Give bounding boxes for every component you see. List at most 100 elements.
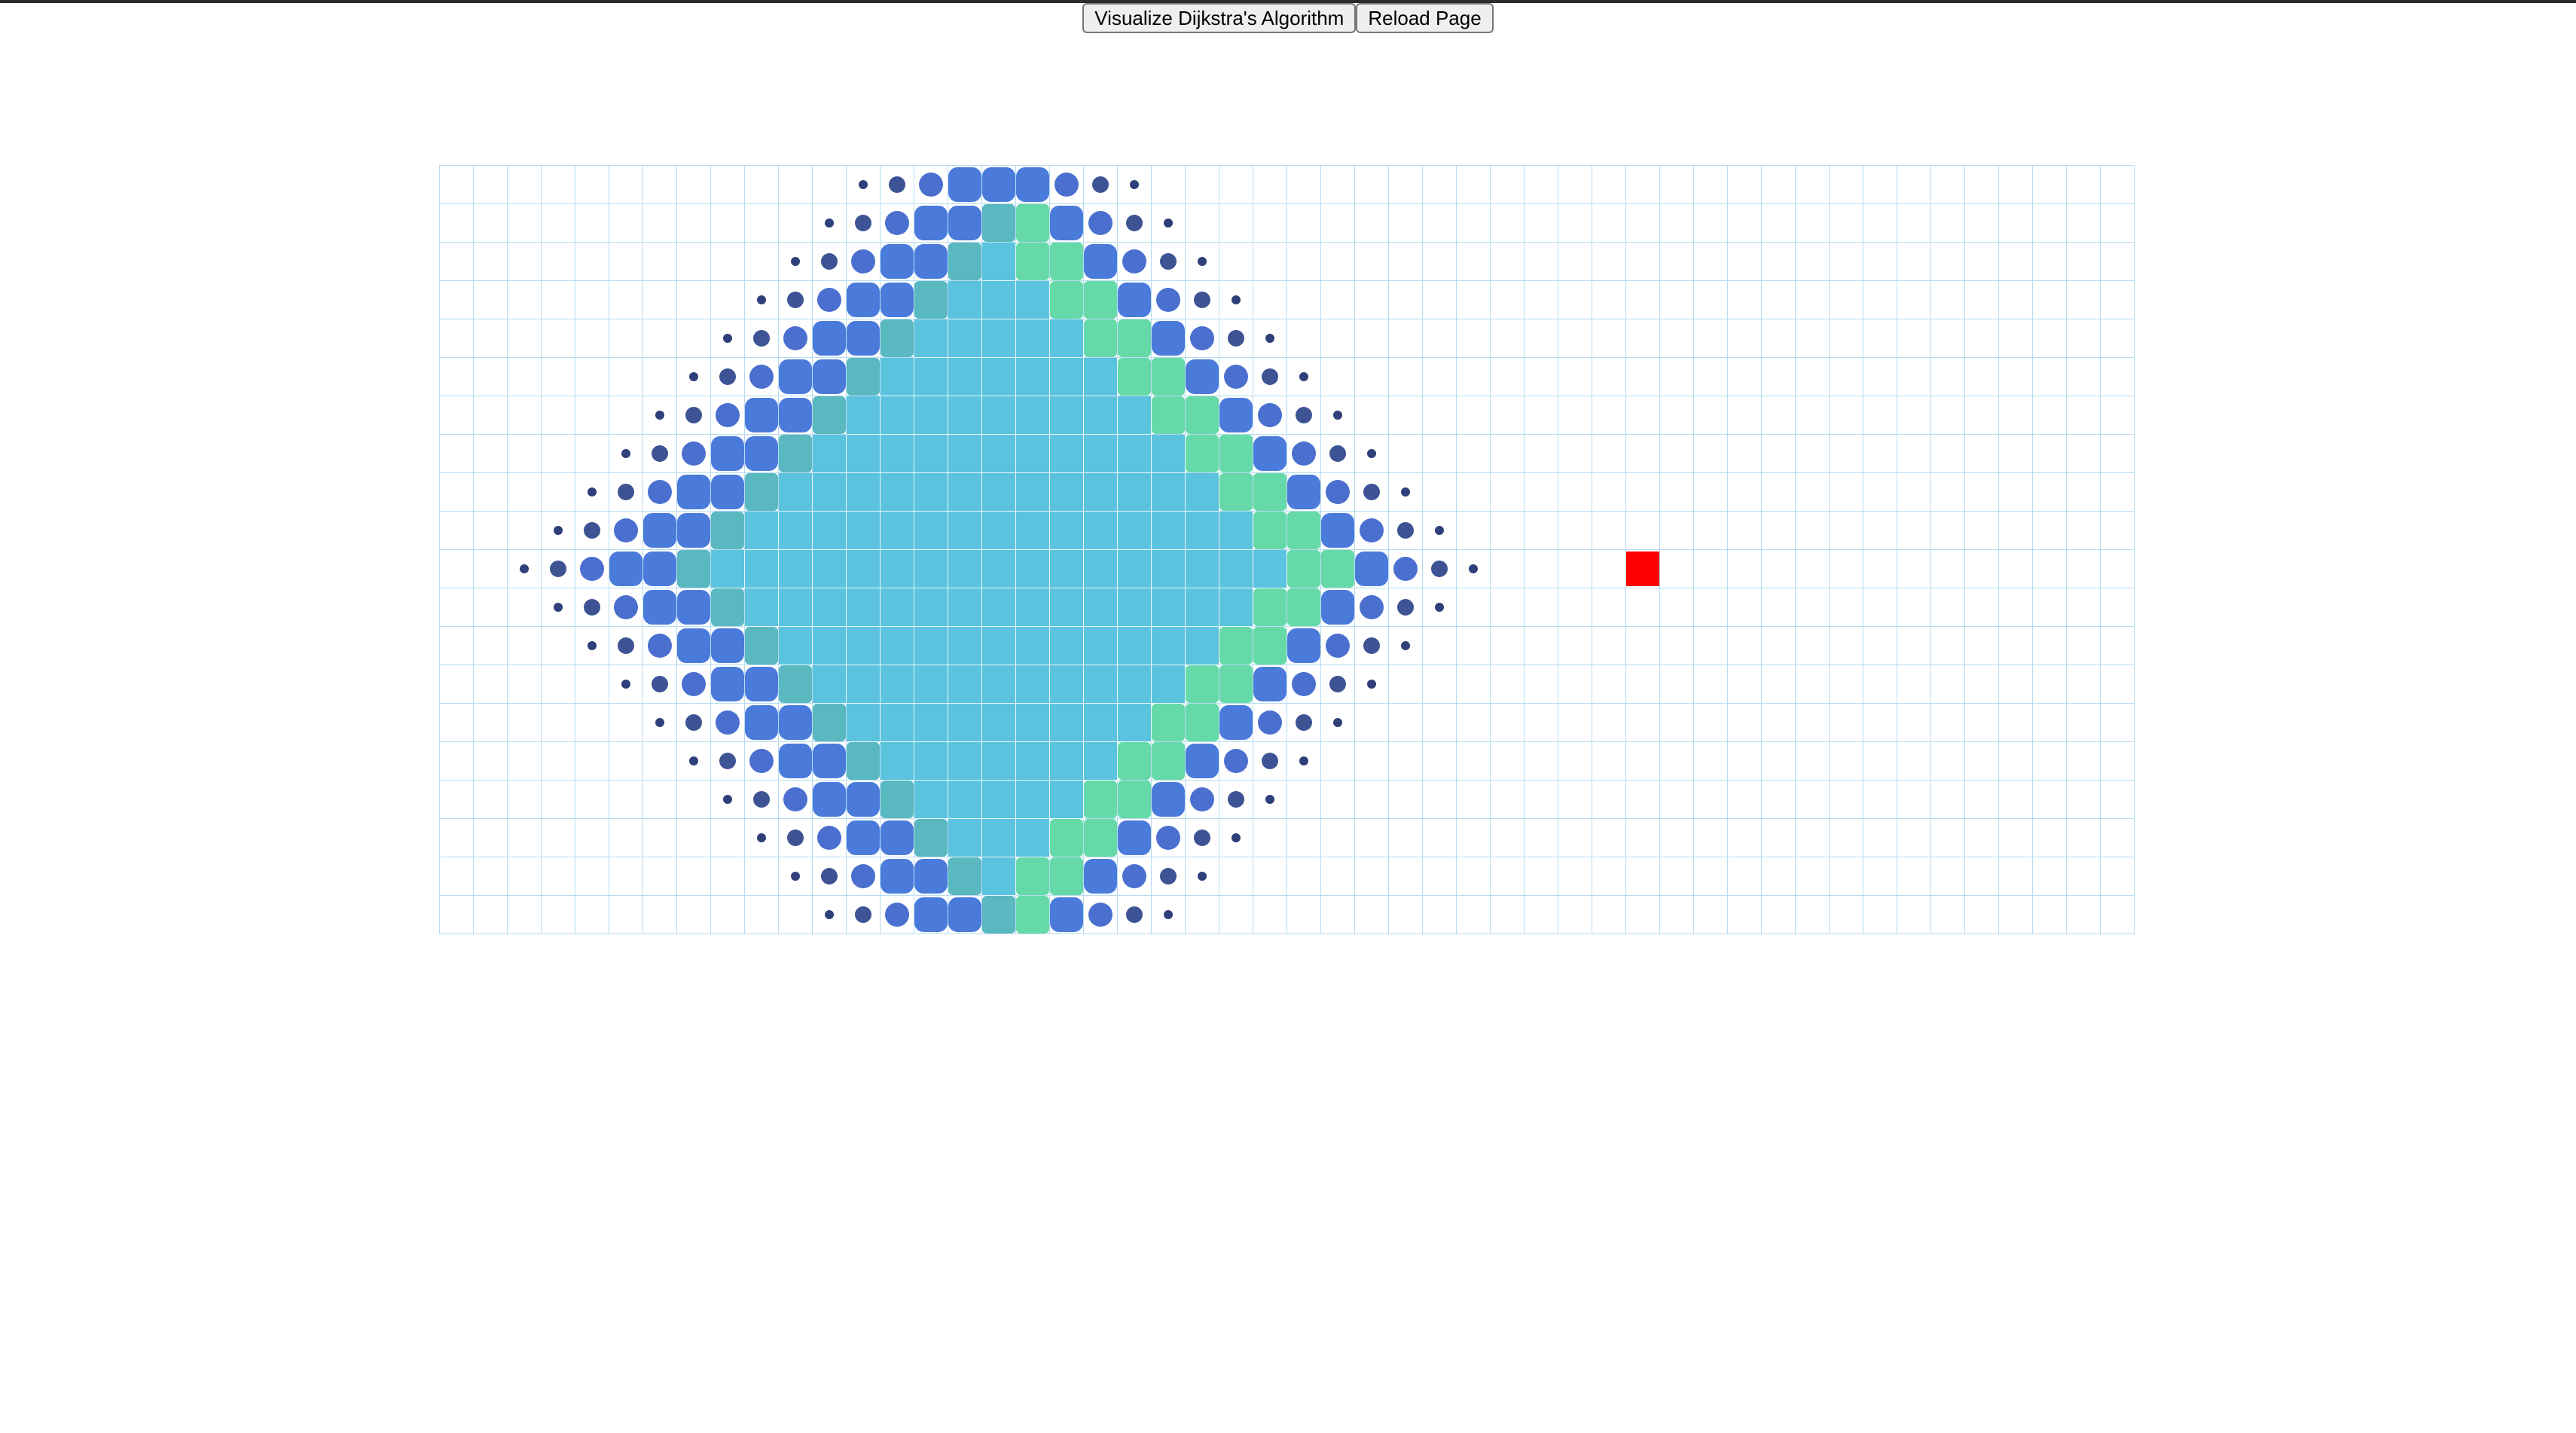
grid-node[interactable]	[745, 166, 779, 204]
grid-node[interactable]	[982, 358, 1016, 396]
grid-node[interactable]	[711, 588, 745, 627]
grid-node[interactable]	[1118, 358, 1152, 396]
grid-node[interactable]	[1863, 281, 1897, 319]
grid-node[interactable]	[1660, 396, 1694, 435]
grid-node[interactable]	[1796, 358, 1830, 396]
grid-node[interactable]	[2101, 473, 2135, 512]
grid-node[interactable]	[1491, 281, 1525, 319]
grid-node[interactable]	[1321, 358, 1355, 396]
grid-node[interactable]	[1796, 781, 1830, 819]
grid-node[interactable]	[813, 896, 847, 934]
grid-node[interactable]	[1525, 319, 1558, 358]
grid-node[interactable]	[1321, 627, 1355, 665]
grid-node[interactable]	[1287, 819, 1321, 857]
grid-node[interactable]	[440, 704, 474, 742]
grid-node[interactable]	[1219, 742, 1253, 781]
grid-node[interactable]	[2033, 512, 2067, 550]
grid-node[interactable]	[542, 857, 575, 896]
grid-node[interactable]	[1016, 319, 1050, 358]
grid-node[interactable]	[609, 396, 643, 435]
grid-node[interactable]	[1084, 819, 1118, 857]
grid-node[interactable]	[1728, 550, 1762, 588]
grid-node[interactable]	[1558, 819, 1592, 857]
grid-node[interactable]	[542, 550, 575, 588]
grid-node[interactable]	[948, 204, 982, 243]
grid-node[interactable]	[711, 781, 745, 819]
grid-node[interactable]	[1389, 665, 1423, 704]
grid-node[interactable]	[1558, 781, 1592, 819]
grid-node[interactable]	[1694, 319, 1728, 358]
grid-node[interactable]	[813, 550, 847, 588]
grid-node[interactable]	[847, 819, 881, 857]
grid-node[interactable]	[1863, 473, 1897, 512]
grid-node[interactable]	[711, 281, 745, 319]
grid-node[interactable]	[813, 704, 847, 742]
grid-node[interactable]	[1355, 319, 1389, 358]
grid-node[interactable]	[440, 473, 474, 512]
grid-node[interactable]	[948, 819, 982, 857]
grid-node[interactable]	[1253, 319, 1287, 358]
grid-node[interactable]	[677, 896, 711, 934]
grid-node[interactable]	[1118, 473, 1152, 512]
grid-node[interactable]	[1762, 243, 1796, 281]
grid-node[interactable]	[1897, 204, 1931, 243]
grid-node[interactable]	[1796, 473, 1830, 512]
grid-node[interactable]	[542, 704, 575, 742]
grid-node[interactable]	[847, 742, 881, 781]
grid-node[interactable]	[508, 166, 542, 204]
grid-node[interactable]	[1863, 166, 1897, 204]
grid-node[interactable]	[575, 857, 609, 896]
grid-node[interactable]	[1796, 512, 1830, 550]
grid-node[interactable]	[779, 281, 813, 319]
grid-node[interactable]	[440, 896, 474, 934]
grid-node[interactable]	[1897, 473, 1931, 512]
grid-node[interactable]	[440, 166, 474, 204]
grid-node[interactable]	[779, 588, 813, 627]
grid-node[interactable]	[1965, 857, 1999, 896]
grid-node[interactable]	[948, 857, 982, 896]
grid-node[interactable]	[677, 704, 711, 742]
grid-node[interactable]	[745, 896, 779, 934]
grid-node[interactable]	[1084, 243, 1118, 281]
grid-node[interactable]	[1999, 819, 2033, 857]
grid-node[interactable]	[745, 512, 779, 550]
grid-node[interactable]	[677, 204, 711, 243]
grid-node[interactable]	[1253, 358, 1287, 396]
grid-node[interactable]	[609, 319, 643, 358]
grid-node[interactable]	[881, 166, 914, 204]
grid-node[interactable]	[847, 896, 881, 934]
grid-node[interactable]	[2033, 166, 2067, 204]
grid-node[interactable]	[1965, 704, 1999, 742]
grid-node[interactable]	[1626, 204, 1660, 243]
grid-node[interactable]	[609, 358, 643, 396]
grid-node[interactable]	[1118, 742, 1152, 781]
grid-node[interactable]	[1186, 550, 1219, 588]
grid-node[interactable]	[1660, 550, 1694, 588]
grid-node[interactable]	[1457, 166, 1491, 204]
grid-node[interactable]	[1287, 512, 1321, 550]
grid-node[interactable]	[1423, 627, 1457, 665]
grid-node[interactable]	[1728, 781, 1762, 819]
grid-node[interactable]	[440, 857, 474, 896]
grid-node[interactable]	[2101, 204, 2135, 243]
grid-node[interactable]	[1863, 665, 1897, 704]
grid-node[interactable]	[1796, 243, 1830, 281]
grid-node[interactable]	[813, 588, 847, 627]
grid-node[interactable]	[1287, 704, 1321, 742]
grid-node[interactable]	[847, 550, 881, 588]
grid-node[interactable]	[1287, 550, 1321, 588]
grid-node[interactable]	[575, 166, 609, 204]
grid-node[interactable]	[881, 819, 914, 857]
grid-node[interactable]	[711, 243, 745, 281]
grid-node[interactable]	[948, 281, 982, 319]
grid-node[interactable]	[1796, 665, 1830, 704]
grid-node[interactable]	[1728, 281, 1762, 319]
grid-node[interactable]	[1830, 896, 1863, 934]
grid-node[interactable]	[881, 512, 914, 550]
grid-node[interactable]	[1186, 166, 1219, 204]
grid-node[interactable]	[1084, 204, 1118, 243]
grid-node[interactable]	[1016, 166, 1050, 204]
grid-node[interactable]	[2067, 319, 2101, 358]
grid-node[interactable]	[1491, 781, 1525, 819]
grid-node[interactable]	[1084, 627, 1118, 665]
